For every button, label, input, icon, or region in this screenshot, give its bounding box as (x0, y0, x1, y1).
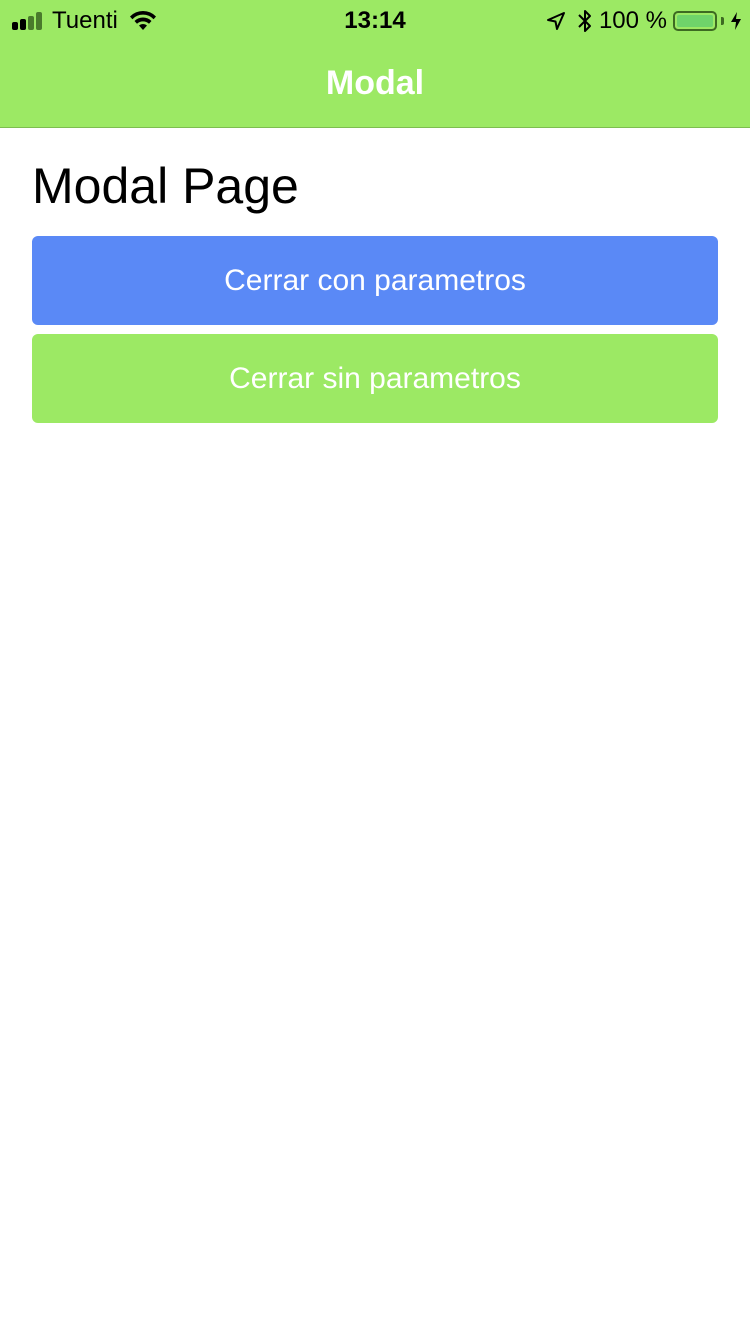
charging-icon (731, 12, 741, 30)
status-right: 100 % (545, 6, 742, 36)
close-without-params-button[interactable]: Cerrar sin parametros (32, 334, 718, 423)
main-content: Modal Page Cerrar con parametros Cerrar … (32, 128, 718, 423)
battery-tip (721, 17, 724, 25)
battery-percent: 100 % (598, 7, 667, 34)
battery-icon (673, 11, 717, 31)
bluetooth-icon (578, 10, 591, 32)
location-icon (546, 12, 565, 30)
battery-fill (677, 15, 713, 27)
page-heading: Modal Page (32, 158, 299, 214)
status-bar: Tuenti 13:14 100 % (0, 0, 750, 40)
close-with-params-button[interactable]: Cerrar con parametros (32, 236, 718, 325)
page-title: Modal (325, 64, 425, 102)
app-header: Tuenti 13:14 100 % Modal (0, 0, 750, 128)
